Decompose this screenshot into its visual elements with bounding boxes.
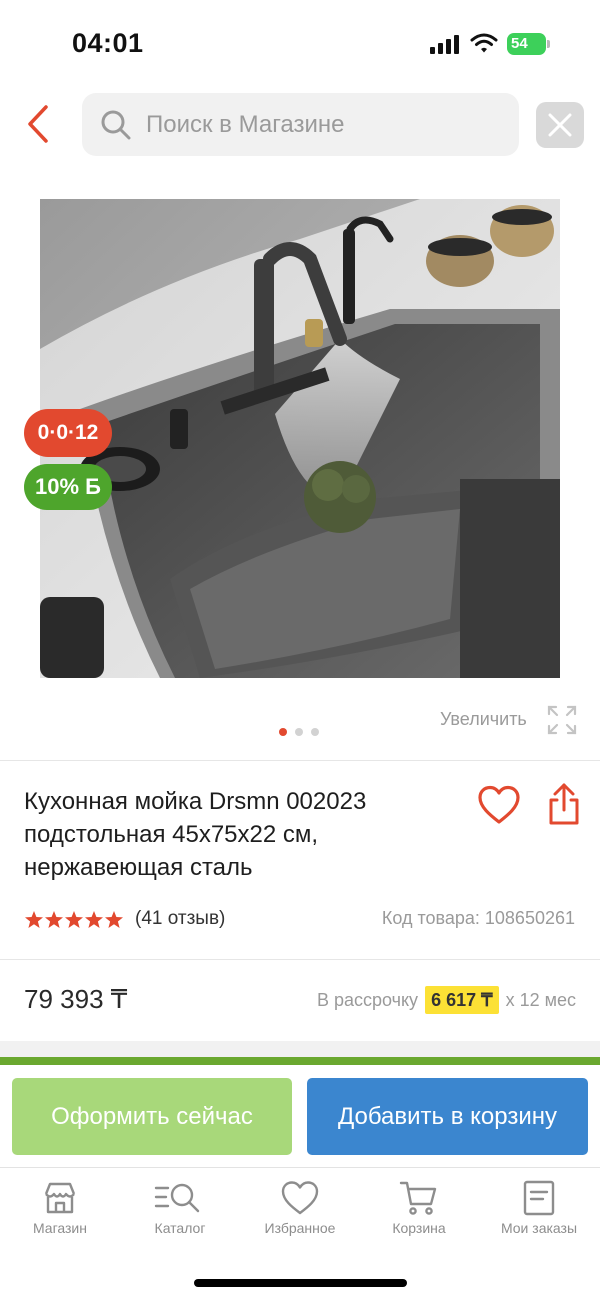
nav-item-favorites[interactable]: Избранное <box>245 1180 355 1246</box>
nav-item-orders[interactable]: Мои заказы <box>484 1180 594 1246</box>
battery-icon: 54 <box>507 33 551 55</box>
close-icon <box>548 113 572 137</box>
search-bar[interactable] <box>82 93 519 156</box>
battery-level: 54 <box>507 33 546 55</box>
nav-label: Избранное <box>264 1220 336 1236</box>
section-separator <box>0 1041 600 1057</box>
nav-label: Каталог <box>154 1220 206 1236</box>
status-time: 04:01 <box>72 28 144 58</box>
nav-label: Корзина <box>392 1220 446 1236</box>
store-icon <box>44 1182 76 1214</box>
installment-prefix: В рассрочку <box>316 990 419 1010</box>
divider <box>0 760 600 761</box>
expand-icon <box>547 705 577 735</box>
nav-label: Мои заказы <box>500 1220 578 1236</box>
nav-item-store[interactable]: Магазин <box>5 1180 115 1246</box>
reviews-count[interactable]: (41 отзыв) <box>135 908 225 930</box>
nav-label: Магазин <box>32 1220 87 1236</box>
installment-suffix: x 12 мес <box>505 990 576 1010</box>
nav-item-cart[interactable]: Корзина <box>364 1180 474 1246</box>
pagination-dot[interactable] <box>279 728 287 736</box>
search-icon <box>101 110 131 140</box>
pagination-dot[interactable] <box>295 728 303 736</box>
rating[interactable]: (41 отзыв) <box>24 906 344 936</box>
installment-amount: 6 617 ₸ <box>425 986 499 1014</box>
heart-icon <box>478 785 520 824</box>
price: 79 393 ₸ <box>24 984 128 1014</box>
favorite-button[interactable] <box>476 784 522 826</box>
pagination-dot[interactable] <box>311 728 319 736</box>
heart-icon <box>281 1181 319 1215</box>
search-input[interactable] <box>146 93 506 156</box>
divider <box>0 959 600 960</box>
add-to-cart-button[interactable]: Добавить в корзину <box>307 1078 588 1155</box>
chevron-left-icon <box>28 105 48 143</box>
bottom-navigation: Магазин Каталог Избранное Корзина Мои за… <box>0 1167 600 1247</box>
catalog-search-icon <box>154 1183 200 1213</box>
share-button[interactable] <box>545 782 583 826</box>
share-icon <box>549 783 579 825</box>
back-button[interactable] <box>20 100 60 148</box>
product-title: Кухонная мойка Drsmn 002023 подстольная … <box>24 788 367 881</box>
nav-item-catalog[interactable]: Каталог <box>125 1180 235 1246</box>
accent-line <box>0 1057 600 1065</box>
timer-badge: 0·0·12 <box>24 409 112 457</box>
installment-info[interactable]: В рассрочку 6 617 ₸ x 12 мес <box>317 986 576 1014</box>
orders-icon <box>523 1180 555 1216</box>
wifi-icon <box>470 32 498 54</box>
image-pagination <box>279 728 323 738</box>
zoom-button[interactable]: Увеличить <box>440 704 580 736</box>
product-code: Код товара: 108650261 <box>381 908 575 928</box>
zoom-label: Увеличить <box>440 709 527 729</box>
bonus-badge: 10% Б <box>24 464 112 510</box>
rating-stars-icon <box>25 911 123 928</box>
close-button[interactable] <box>536 102 584 148</box>
product-image[interactable] <box>40 199 560 678</box>
cart-icon <box>399 1181 437 1215</box>
status-bar: 04:01 54 <box>0 0 600 90</box>
buy-now-button[interactable]: Оформить сейчас <box>12 1078 292 1155</box>
cellular-signal-icon <box>430 34 462 54</box>
home-indicator[interactable] <box>194 1279 407 1287</box>
